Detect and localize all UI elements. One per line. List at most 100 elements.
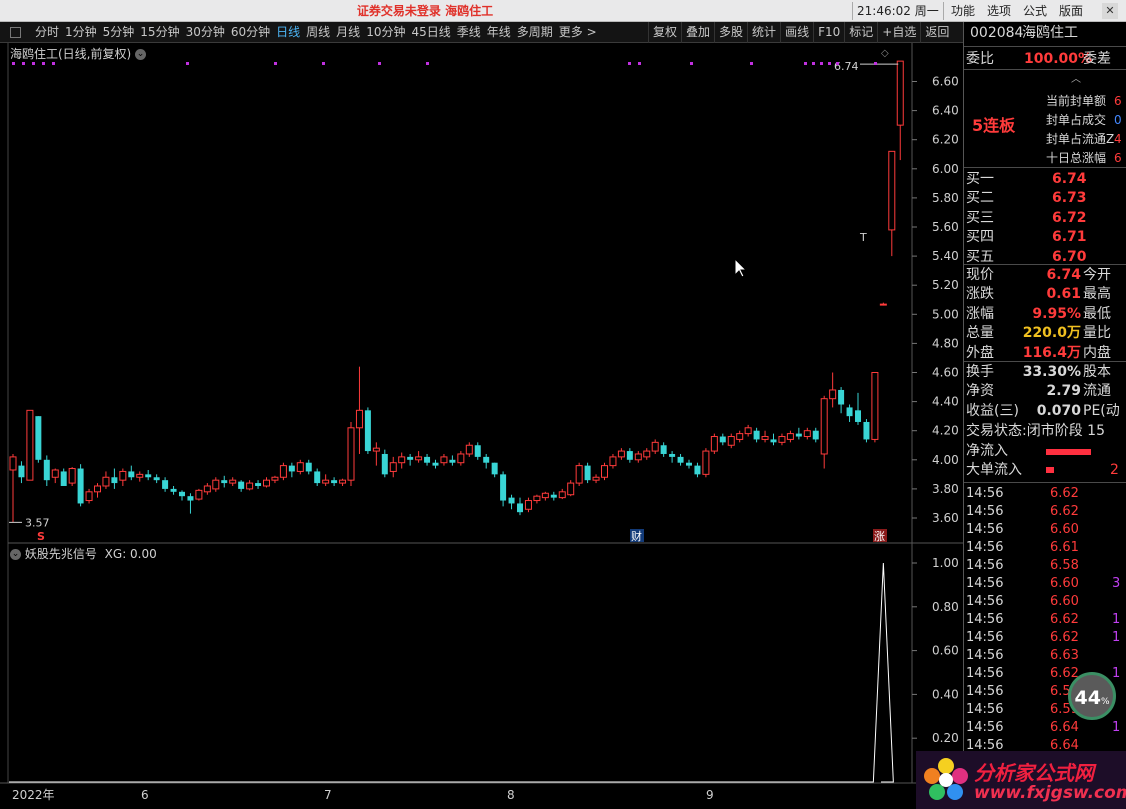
period-tab[interactable]: 15分钟 xyxy=(137,22,182,43)
candle-body xyxy=(669,453,676,457)
period-tab[interactable]: 10分钟 xyxy=(363,22,408,43)
tick-price: 6.62 xyxy=(1050,630,1079,645)
tool-button[interactable]: +自选 xyxy=(877,22,920,43)
tool-button[interactable]: 复权 xyxy=(648,22,681,43)
candle-body xyxy=(719,436,726,443)
event-dot xyxy=(836,62,839,65)
candle-body xyxy=(508,497,515,504)
event-dot xyxy=(628,62,631,65)
tick-time: 14:56 xyxy=(966,558,1004,573)
tool-button[interactable]: 多股 xyxy=(714,22,747,43)
candle-body xyxy=(803,430,811,438)
period-tab[interactable]: 更多 > xyxy=(556,22,600,43)
tool-button[interactable]: 叠加 xyxy=(681,22,714,43)
menu-formula[interactable]: 公式 xyxy=(1017,0,1053,22)
tool-button[interactable]: 标记 xyxy=(844,22,877,43)
period-tab[interactable]: 多周期 xyxy=(514,22,556,43)
period-tab[interactable]: 5分钟 xyxy=(100,22,138,43)
panel-toggle-icon[interactable] xyxy=(10,27,21,38)
event-dot xyxy=(32,62,35,65)
tool-button[interactable]: 返回 xyxy=(920,22,953,43)
tick-row: 14:56 6.61 xyxy=(964,538,1126,557)
candle-body xyxy=(702,450,710,475)
candle-body xyxy=(51,469,59,478)
y-tick-label: 6.00 xyxy=(932,162,959,176)
candle-body xyxy=(744,427,752,435)
menu-options[interactable]: 选项 xyxy=(981,0,1017,22)
period-tab[interactable]: 季线 xyxy=(454,22,484,43)
candle-body xyxy=(601,465,608,478)
candle-body xyxy=(355,409,363,429)
period-tab[interactable]: 周线 xyxy=(303,22,333,43)
period-tab[interactable]: 日线 xyxy=(273,22,303,43)
candle-body xyxy=(179,491,185,497)
candle-body xyxy=(331,480,338,484)
bid-row[interactable]: 买二 6.73 xyxy=(964,189,1126,208)
menu-function[interactable]: 功能 xyxy=(945,0,981,22)
stat-row: 总量 220.0万 量比 xyxy=(964,324,1126,343)
chevron-down-icon[interactable]: ⌄ xyxy=(10,549,21,560)
candle-body xyxy=(820,398,828,455)
indicator-y-tick-label: 0.40 xyxy=(932,687,959,701)
candle-body xyxy=(415,456,423,461)
tool-button[interactable]: F10 xyxy=(813,22,844,43)
candle-body xyxy=(592,476,600,481)
candle-body xyxy=(238,481,245,489)
bid-row[interactable]: 买三 6.72 xyxy=(964,209,1126,228)
diamond-icon: ◇ xyxy=(881,48,889,59)
candle-body xyxy=(609,456,617,467)
watermark: 分析家公式网 www.fxjgsw.com xyxy=(916,751,1126,809)
period-tab[interactable]: 30分钟 xyxy=(183,22,228,43)
chevron-down-icon[interactable]: ⌄ xyxy=(135,49,147,60)
y-tick-label: 4.60 xyxy=(932,366,959,380)
stat-right-label: 量比 xyxy=(1083,325,1111,342)
candle-body xyxy=(77,468,84,504)
chart-area[interactable]: 6.60 6.40 6.20 6.00 5.80 5.60 5.40 5.20 5.00 4.80… xyxy=(0,43,963,809)
candle-body xyxy=(500,474,507,501)
period-tab[interactable]: 分时 xyxy=(32,22,62,43)
tick-price: 6.60 xyxy=(1050,594,1079,609)
stat-value: 6.74 xyxy=(1046,267,1081,283)
y-tick-label: 3.60 xyxy=(932,511,959,525)
candle-body xyxy=(491,462,498,475)
period-tab[interactable]: 1分钟 xyxy=(62,22,100,43)
event-dot xyxy=(874,62,877,65)
tool-button[interactable]: 统计 xyxy=(747,22,780,43)
collapse-icon[interactable]: ︿ xyxy=(1071,70,1081,85)
tool-button[interactable]: 画线 xyxy=(780,22,813,43)
menu-layout[interactable]: 版面 xyxy=(1053,0,1089,22)
top-menu: 功能 选项 公式 版面 xyxy=(945,0,1089,22)
tick-row: 14:56 6.63 xyxy=(964,646,1126,665)
event-dot xyxy=(690,62,693,65)
tick-time: 14:56 xyxy=(966,486,1004,501)
candle-body xyxy=(364,410,371,452)
chart-svg[interactable]: 6.60 6.40 6.20 6.00 5.80 5.60 5.40 5.20 5.00 4.80… xyxy=(0,43,963,809)
candle-body xyxy=(229,479,237,484)
bid-row[interactable]: 买四 6.71 xyxy=(964,228,1126,247)
speed-gauge[interactable]: 44% xyxy=(1068,672,1116,720)
period-tab[interactable]: 45日线 xyxy=(408,22,453,43)
period-tabs: 分时 1分钟 5分钟 15分钟 30分钟 60分钟 日线 周线 月线 10分钟 45日线 季线 年线 多周… xyxy=(32,22,600,43)
tick-price: 6.61 xyxy=(1050,540,1079,555)
tick-price: 6.60 xyxy=(1050,522,1079,537)
candle-body xyxy=(212,479,220,490)
watermark-title: 分析家公式网 xyxy=(974,761,1094,785)
candle-body xyxy=(9,456,17,471)
event-dot xyxy=(42,62,45,65)
candle-body xyxy=(18,465,25,478)
period-tab[interactable]: 60分钟 xyxy=(228,22,273,43)
event-dot xyxy=(804,62,807,65)
period-tab[interactable]: 月线 xyxy=(333,22,363,43)
bid-row[interactable]: 买一 6.74 xyxy=(964,170,1126,189)
candle-body xyxy=(372,447,380,452)
clock: 21:46:02 周一 xyxy=(852,2,944,20)
net-inflow-row: 净流入 xyxy=(964,442,1126,461)
candle-body xyxy=(43,459,50,481)
close-icon[interactable]: ✕ xyxy=(1102,3,1118,19)
indicator-value: XG: 0.00 xyxy=(104,547,157,561)
tick-row: 14:56 6.62 1 xyxy=(964,628,1126,647)
candle-body xyxy=(617,450,625,458)
event-dot xyxy=(22,62,25,65)
tick-time: 14:56 xyxy=(966,684,1004,699)
period-tab[interactable]: 年线 xyxy=(484,22,514,43)
